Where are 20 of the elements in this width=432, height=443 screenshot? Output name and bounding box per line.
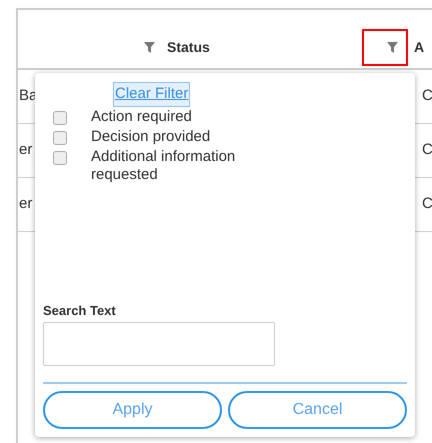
checkbox[interactable]: [53, 150, 67, 164]
table-cell-text: C: [422, 86, 432, 106]
filter-icon[interactable]: [387, 42, 398, 53]
checkbox[interactable]: [53, 130, 67, 144]
checkbox[interactable]: [53, 110, 67, 124]
option-label: Action required: [91, 108, 193, 126]
column-header[interactable]: Status: [167, 37, 210, 58]
table-cell-text: er: [18, 140, 32, 160]
table-cell-text: er: [18, 194, 32, 214]
search-field[interactable]: [43, 322, 275, 366]
option-label: Decision provided: [91, 128, 212, 146]
filter-icon[interactable]: [144, 42, 155, 53]
search-label: Search Text: [43, 302, 117, 320]
option-label: Additional information requested: [91, 148, 236, 184]
table-cell-text: C: [422, 140, 432, 160]
column-header[interactable]: A: [414, 37, 424, 58]
cancel-button[interactable]: Cancel: [228, 391, 407, 429]
apply-button[interactable]: Apply: [43, 391, 222, 429]
table-cell-text: C: [422, 194, 432, 214]
clear-filter-link[interactable]: Clear Filter: [114, 83, 190, 106]
